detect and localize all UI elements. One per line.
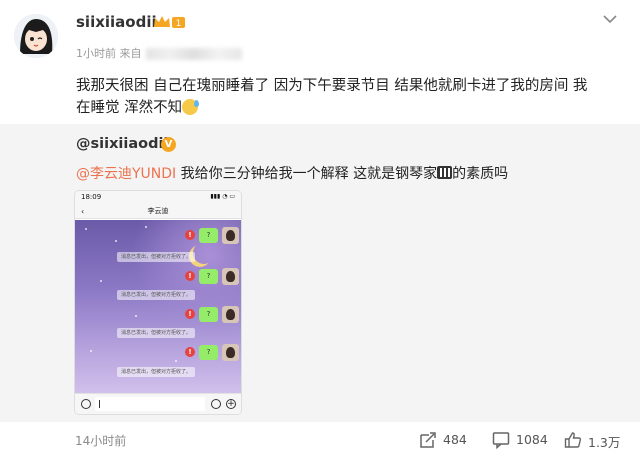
- moon-decoration: [193, 242, 215, 264]
- vip-level: 1: [176, 19, 182, 29]
- chat-background: ! ? 消息已发出，但被对方拒收了。 ! ? 消息已发出，但被对方拒收了。 ! …: [75, 220, 241, 395]
- chat-avatar: [222, 344, 239, 361]
- chat-message-row: ! ?: [169, 268, 239, 286]
- chat-bubble: ?: [199, 345, 218, 360]
- blurred-source: [145, 48, 242, 60]
- chat-contact-name: 李云迪: [147, 207, 169, 215]
- chevron-down-icon[interactable]: [603, 14, 617, 24]
- phone-status-bar: 18:09 ▮▮▮ ◔ ▭: [75, 191, 241, 204]
- rejected-notice: 消息已发出，但被对方拒收了。: [117, 328, 196, 338]
- chat-bubble: ?: [199, 307, 218, 322]
- rejected-notice: 消息已发出，但被对方拒收了。: [117, 290, 196, 300]
- weibo-post: siixiiaodii 1 1小时前 来自 我那天很困 自己在瑰丽睡着了 因为下…: [0, 0, 640, 124]
- repost-text-a: 我给你三分钟给我一个解释 这就是钢琴家: [176, 166, 438, 182]
- post-meta: 1小时前 来自: [76, 45, 242, 61]
- chat-avatar: [222, 227, 239, 244]
- repost-text: @李云迪YUNDI 我给你三分钟给我一个解释 这就是钢琴家 的素质吗: [76, 163, 508, 183]
- repost-block[interactable]: @siixiiaodii V @李云迪YUNDI 我给你三分钟给我一个解释 这就…: [0, 124, 640, 422]
- error-icon: !: [185, 271, 195, 281]
- repost-time[interactable]: 14小时前: [75, 432, 126, 449]
- chat-message-row: ! ?: [169, 344, 239, 362]
- chat-message-row: ! ?: [169, 306, 239, 324]
- phone-time: 18:09: [81, 193, 102, 201]
- chat-message-row: ! ?: [169, 227, 239, 245]
- comment-count: 1084: [516, 432, 548, 447]
- sweat-emoji-icon: [182, 99, 200, 115]
- post-text: 我那天很困 自己在瑰丽睡着了 因为下午要录节目 结果他就刷卡进了我的房间 我 在…: [76, 75, 626, 119]
- thumbs-up-icon: [564, 432, 582, 448]
- emoji-icon: [211, 399, 221, 409]
- repost-count: 484: [443, 432, 467, 447]
- chat-screenshot-image[interactable]: 18:09 ▮▮▮ ◔ ▭ ‹ 李云迪 ! ? 消息已发出，但被对方拒收了。 !: [74, 190, 242, 415]
- vip-crown-icon[interactable]: 1: [152, 14, 186, 30]
- post-username[interactable]: siixiiaodii: [76, 13, 157, 31]
- post-text-line2: 在睡觉 浑然不知: [76, 100, 183, 116]
- rejected-notice: 消息已发出，但被对方拒收了。: [117, 367, 196, 377]
- chat-input-field: [95, 397, 205, 411]
- phone-status-icons: ▮▮▮ ◔ ▭: [210, 193, 235, 200]
- post-source-label: 来自: [119, 47, 142, 60]
- piano-icon: [437, 166, 453, 179]
- rejected-notice: 消息已发出，但被对方拒收了。: [117, 252, 196, 262]
- verified-badge-icon: V: [161, 137, 176, 152]
- avatar-illustration: [14, 14, 58, 58]
- comment-icon: [492, 432, 510, 450]
- repost-text-b: 的素质吗: [452, 166, 509, 182]
- error-icon: !: [185, 347, 195, 357]
- post-time: 1小时前: [76, 47, 116, 60]
- error-icon: !: [185, 309, 195, 319]
- back-arrow-icon: ‹: [81, 207, 85, 216]
- chat-bubble: ?: [199, 269, 218, 284]
- mention-link[interactable]: @李云迪YUNDI: [76, 166, 176, 182]
- voice-icon: [81, 399, 91, 409]
- error-icon: !: [185, 230, 195, 240]
- repost-username[interactable]: @siixiiaodii: [76, 136, 168, 152]
- chat-avatar: [222, 268, 239, 285]
- chat-avatar: [222, 306, 239, 323]
- chat-bubble: ?: [199, 228, 218, 243]
- plus-icon: +: [226, 399, 236, 409]
- post-text-line1: 我那天很困 自己在瑰丽睡着了 因为下午要录节目 结果他就刷卡进了我的房间 我: [76, 78, 588, 94]
- user-avatar[interactable]: [14, 14, 58, 58]
- chat-input-bar: +: [75, 393, 241, 414]
- chat-nav-bar: ‹ 李云迪: [75, 204, 241, 219]
- repost-icon: [420, 432, 436, 448]
- like-count: 1.3万: [588, 435, 621, 450]
- post-footer: 14小时前 484 1084 1.3万: [0, 422, 640, 462]
